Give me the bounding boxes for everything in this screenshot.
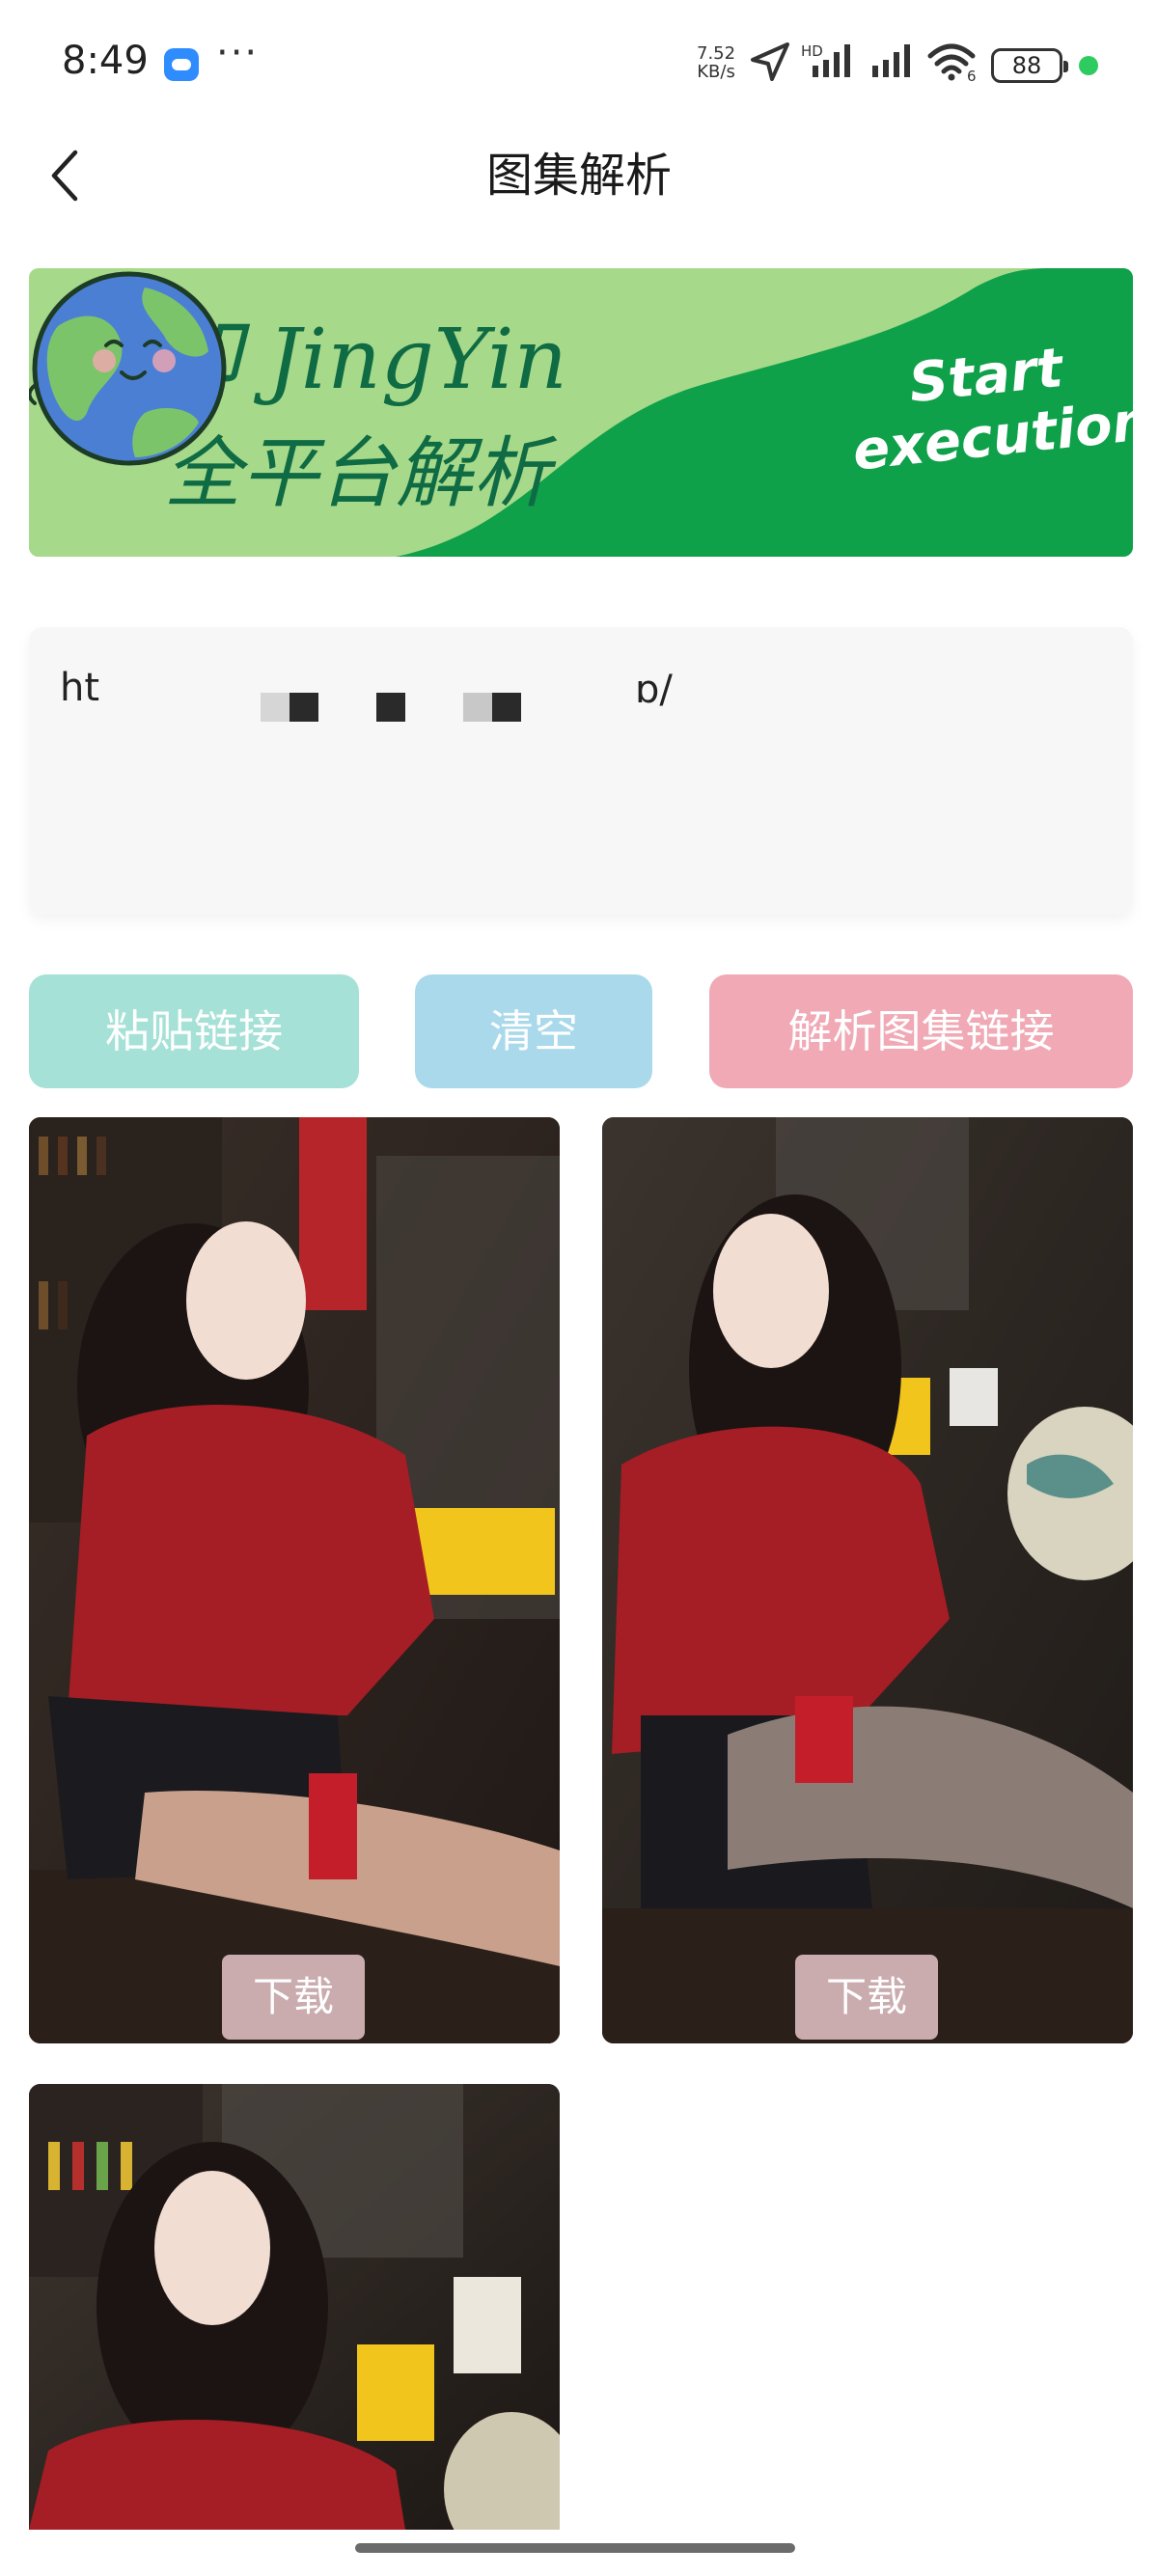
result-image-card[interactable]: 下载 [602,1117,1133,2043]
result-photo [29,2084,560,2530]
result-image-card[interactable] [29,2084,560,2530]
promo-banner[interactable]: 净印 JingYin 全平台解析 Start execution [29,268,1133,557]
redacted-text-block-3 [463,693,521,722]
status-bar: 8:49 ··· 7.52 KB/s HD 6 88 [0,0,1158,125]
paste-link-button[interactable]: 粘贴链接 [29,974,359,1088]
result-photo [602,1117,1133,2043]
result-image-card[interactable]: 下载 [29,1117,560,2043]
status-time: 8:49 [62,39,149,83]
parse-gallery-link-button[interactable]: 解析图集链接 [709,974,1133,1088]
more-notifications-icon: ··· [216,31,260,75]
link-input-field[interactable]: ht ɒ/ [29,627,1133,915]
redacted-text-block-2 [376,693,405,722]
globe-mascot-icon [29,271,227,466]
battery-indicator: 88 [991,48,1068,83]
page-title: 图集解析 [485,149,672,203]
active-indicator-dot [1079,56,1098,75]
network-speed: 7.52 KB/s [697,43,736,82]
download-button[interactable]: 下载 [222,1955,365,2040]
link-input-value-start: ht [60,666,100,710]
wifi-6-label: 6 [967,68,977,85]
signal-strength-icon-2 [872,44,910,77]
home-indicator[interactable] [355,2543,795,2553]
result-photo [29,1117,560,2043]
cloud-app-icon [164,48,199,81]
clear-button[interactable]: 清空 [415,974,652,1088]
location-arrow-icon [751,42,789,81]
redacted-text-block-1 [261,693,318,722]
link-input-value-end: ɒ/ [635,668,673,712]
signal-strength-icon-1 [813,44,850,77]
download-button[interactable]: 下载 [795,1955,938,2040]
